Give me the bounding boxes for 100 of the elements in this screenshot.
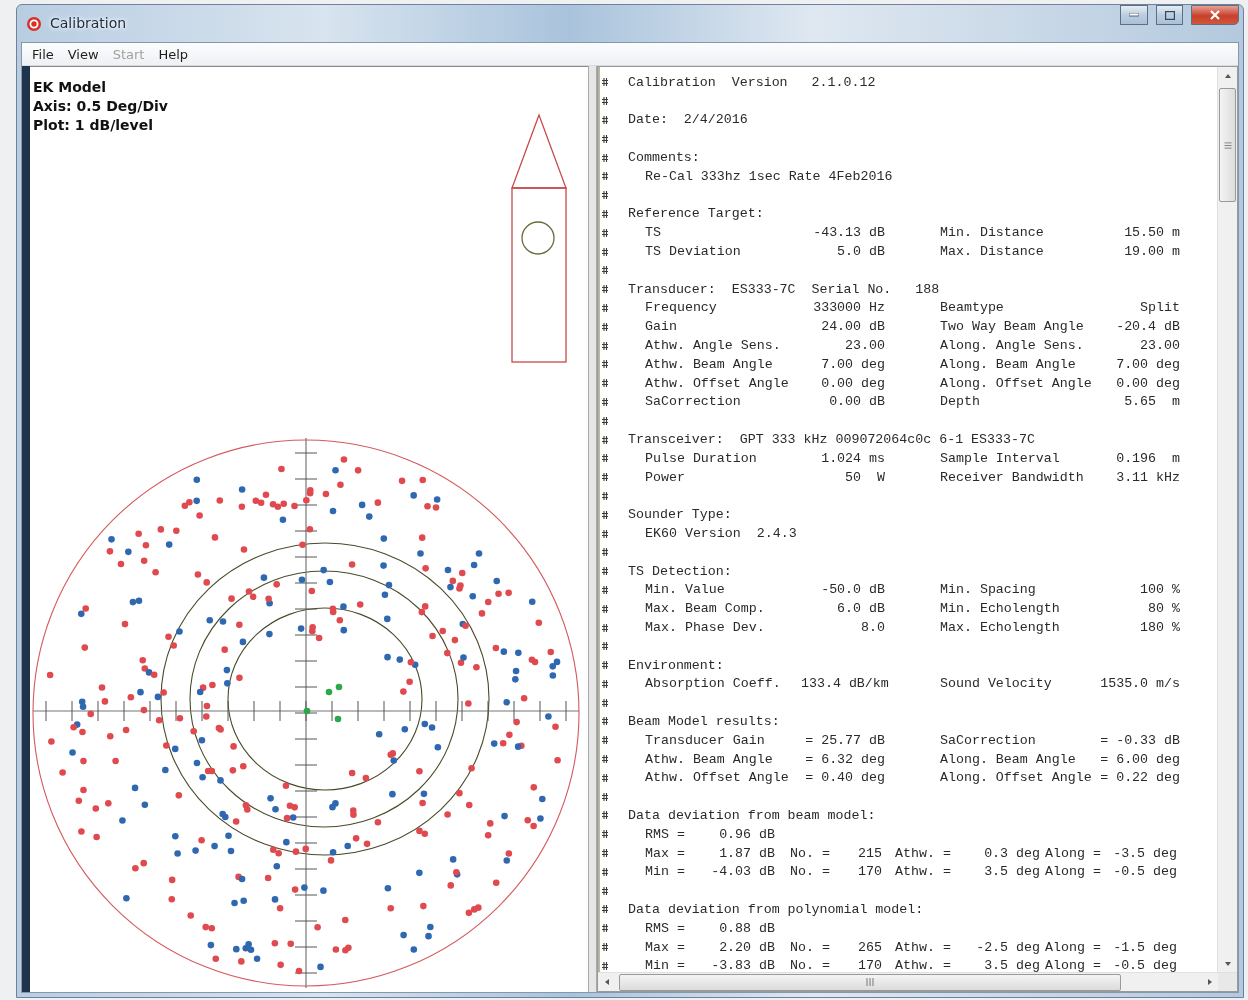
report-value: 2.20 dB [718, 939, 775, 955]
line-marker-icon [602, 510, 608, 519]
line-marker-icon [602, 191, 608, 200]
maximize-icon [1164, 10, 1175, 20]
report-value: 80 % [1147, 601, 1180, 617]
line-marker-icon [602, 172, 608, 181]
report-heading: Transceiver: GPT 333 kHz 009072064c0c 6-1 ES333-7C [627, 432, 1035, 448]
report-value: 265 [857, 939, 882, 955]
report-label: TS Deviation [645, 244, 742, 260]
line-marker-icon [602, 454, 608, 463]
splitter-handle[interactable] [588, 66, 597, 992]
report-value: 170 [857, 864, 882, 880]
report-label: Min = [645, 864, 686, 880]
report-text: Re-Cal 333hz 1sec Rate 4Feb2016 [645, 168, 893, 184]
line-marker-icon [602, 116, 608, 124]
report-label: Transducer Gain [645, 732, 766, 748]
report-value: 333000 Hz [812, 300, 885, 316]
report-label: Along. Beam Angle [940, 356, 1077, 372]
report-label: Along. Angle Sens. [940, 338, 1085, 354]
report-label: Max. Beam Comp. [645, 601, 766, 617]
line-marker-icon [602, 266, 608, 275]
report-label: Athw. Beam Angle [645, 356, 774, 372]
report-value: 0.96 dB [718, 826, 775, 842]
report-value: Split [1139, 300, 1180, 316]
report-value: 15.50 m [1123, 225, 1180, 241]
report-label: Max. Echolength [940, 620, 1061, 635]
scroll-grip-icon [1223, 141, 1232, 149]
scroll-thumb[interactable] [619, 973, 1121, 991]
scroll-down-arrow-icon[interactable] [1223, 959, 1232, 968]
report-value: 19.00 m [1123, 244, 1180, 260]
line-marker-icon [602, 97, 608, 106]
report-heading: Calibration Version 2.1.0.12 [627, 74, 876, 90]
report-label: Along. Offset Angle [940, 375, 1093, 391]
report-label: No. = [790, 845, 831, 861]
report-value: 180 % [1139, 620, 1180, 635]
scroll-thumb[interactable] [1219, 88, 1236, 202]
close-button[interactable] [1191, 5, 1239, 25]
report-label: Gain [645, 319, 678, 335]
report-label: Frequency [645, 300, 718, 316]
report-label: Athw. = [895, 958, 951, 974]
horizontal-scrollbar[interactable] [598, 972, 1237, 991]
menu-item[interactable]: View [61, 46, 105, 62]
line-marker-icon [602, 529, 608, 538]
vertical-scrollbar[interactable] [1217, 67, 1237, 972]
line-marker-icon [602, 567, 608, 576]
line-marker-icon [602, 961, 608, 970]
plot-info-text: Axis: 0.5 Deg/Div [33, 97, 168, 116]
maximize-button[interactable] [1156, 5, 1183, 25]
line-marker-icon [602, 416, 608, 425]
report-label: Along = [1045, 845, 1101, 861]
line-marker-icon [602, 604, 608, 613]
report-value: 6.0 dB [836, 601, 885, 617]
report-value: = 25.77 dB [804, 732, 885, 748]
report-label: Beamtype [940, 300, 1005, 316]
report-value: = -0.33 dB [1099, 732, 1180, 748]
report-label: Athw. Offset Angle [645, 375, 790, 391]
report-value: 170 [857, 958, 882, 974]
report-value: 0.00 deg [820, 375, 885, 391]
line-marker-icon [602, 943, 608, 952]
report-heading: Transducer: ES333-7C Serial No. 188 [627, 281, 940, 297]
line-marker-icon [602, 642, 608, 651]
scroll-right-arrow-icon[interactable] [1205, 978, 1214, 986]
line-marker-icon [602, 379, 608, 388]
minimize-button[interactable] [1120, 5, 1148, 25]
report-label: Two Way Beam Angle [940, 319, 1085, 335]
report-value: 0.3 deg [983, 845, 1040, 861]
report-text: EK60 Version 2.4.3 [645, 526, 797, 541]
report-value: 8.0 [860, 620, 885, 635]
report-heading: Data deviation from beam model: [627, 807, 876, 823]
report-value: -43.13 dB [812, 225, 885, 241]
report-value: 23.00 [1139, 338, 1180, 354]
report-value: 7.00 deg [820, 356, 885, 372]
app-icon [26, 16, 42, 32]
line-marker-icon [602, 341, 608, 350]
line-marker-icon [602, 924, 608, 933]
report-label: SaCorrection [940, 732, 1037, 748]
report-value: 5.65 m [1123, 394, 1180, 410]
plot-info-text: EK Model [33, 78, 107, 97]
report-label: Max = [645, 845, 686, 861]
report-label: Athw. Beam Angle [645, 751, 774, 767]
report-label: No. = [790, 958, 831, 974]
line-marker-icon [602, 736, 608, 745]
report-value: 24.00 dB [820, 319, 885, 335]
report-value: -0.5 deg [1112, 864, 1177, 880]
line-marker-icon [602, 78, 608, 87]
minimize-icon [1129, 13, 1139, 17]
line-marker-icon [602, 322, 608, 331]
line-marker-icon [602, 228, 608, 237]
report-label: TS [645, 225, 662, 241]
report-value: 0.00 dB [828, 394, 885, 410]
menu-item[interactable]: Help [152, 46, 195, 62]
menu-item[interactable]: File [26, 46, 60, 62]
report-label: Along. Beam Angle [940, 751, 1077, 767]
line-marker-icon [602, 849, 608, 858]
report-label: Along = [1045, 939, 1101, 955]
report-value: -0.5 deg [1112, 958, 1177, 974]
line-marker-icon [602, 792, 608, 801]
report-label: Along = [1045, 958, 1101, 974]
line-marker-icon [602, 755, 608, 764]
report-value: 100 % [1139, 582, 1180, 598]
